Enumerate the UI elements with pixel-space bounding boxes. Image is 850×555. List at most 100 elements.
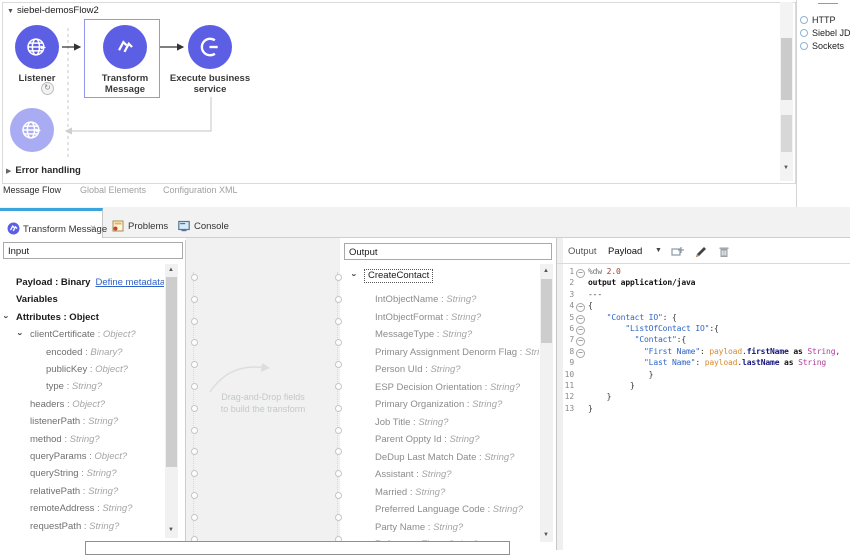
scroll-up-icon[interactable]: ▲ <box>168 267 174 273</box>
node-execute-business-service[interactable]: Execute business service <box>188 25 232 69</box>
fold-minus-icon[interactable]: − <box>576 349 585 358</box>
input-row-clientCertificate[interactable]: ›clientCertificate : Object? <box>30 329 136 342</box>
output-row-married[interactable]: Married : String? <box>375 487 445 500</box>
input-row-type[interactable]: type : String? <box>46 381 102 394</box>
new-tab-icon[interactable] <box>671 245 685 259</box>
anchor-dot[interactable] <box>335 514 342 521</box>
input-row-Payload[interactable]: Payload : BinaryDefine metadata <box>16 277 164 290</box>
output-row-primary-organization[interactable]: Primary Organization : String? <box>375 399 502 412</box>
code-token <box>588 335 635 344</box>
fold-minus-icon[interactable]: − <box>576 269 585 278</box>
anchor-dot[interactable] <box>335 318 342 325</box>
output-row-parent-oppty-id[interactable]: Parent Oppty Id : String? <box>375 434 480 447</box>
code-token: "ListOfContact IO" <box>625 324 709 333</box>
input-scrollbar[interactable]: ▲ ▼ <box>165 264 178 538</box>
node-transform-message[interactable]: Transform Message <box>103 25 147 69</box>
edit-icon[interactable] <box>694 245 708 259</box>
scrollbar-thumb[interactable] <box>166 277 177 467</box>
anchor-dot[interactable] <box>335 427 342 434</box>
scroll-down-icon[interactable]: ▼ <box>543 532 549 538</box>
script-tab-payload[interactable]: Payload <box>608 246 642 257</box>
scrollbar-thumb[interactable] <box>541 279 552 343</box>
close-icon[interactable]: × <box>90 223 96 234</box>
fold-minus-icon[interactable]: − <box>576 303 585 312</box>
output-row-assistant[interactable]: Assistant : String? <box>375 469 452 482</box>
palette-item-sockets[interactable]: Sockets <box>800 36 844 48</box>
tab-configuration-xml[interactable]: Configuration XML <box>163 185 238 195</box>
node-error-globe[interactable] <box>10 108 54 152</box>
code-token: } <box>588 381 635 390</box>
node-listener[interactable]: ↻ Listener <box>15 25 59 69</box>
delete-icon[interactable] <box>717 245 731 259</box>
input-row-requestPath[interactable]: requestPath : String? <box>30 521 119 534</box>
fold-minus-icon[interactable]: − <box>576 326 585 335</box>
input-row-encoded[interactable]: encoded : Binary? <box>46 347 123 360</box>
chevron-down-icon[interactable]: › <box>16 333 26 336</box>
anchor-dot[interactable] <box>335 296 342 303</box>
output-root-createcontact[interactable]: ›CreateContact <box>364 270 433 283</box>
input-row-queryParams[interactable]: queryParams : Object? <box>30 451 127 464</box>
define-metadata-link[interactable]: Define metadata <box>95 277 164 288</box>
input-row-method[interactable]: method : String? <box>30 434 100 447</box>
console-icon <box>178 219 191 232</box>
output-row-preferred-language-code[interactable]: Preferred Language Code : String? <box>375 504 523 517</box>
output-row-primary-assignment-denorm-flag[interactable]: Primary Assignment Denorm Flag : String? <box>375 347 539 360</box>
input-row-listenerPath[interactable]: listenerPath : String? <box>30 416 118 429</box>
input-row-remoteAddress[interactable]: remoteAddress : String? <box>30 503 132 516</box>
tab-global-elements[interactable]: Global Elements <box>80 185 146 195</box>
output-row-esp-decision-orientation[interactable]: ESP Decision Orientation : String? <box>375 382 520 395</box>
input-row-publicKey[interactable]: publicKey : Object? <box>46 364 128 377</box>
field-name: IntObjectName <box>375 294 438 305</box>
output-row-messagetype[interactable]: MessageType : String? <box>375 329 472 342</box>
globe-icon <box>10 108 54 152</box>
anchor-dot[interactable] <box>335 274 342 281</box>
output-row-job-title[interactable]: Job Title : String? <box>375 417 448 430</box>
field-type: String? <box>451 312 481 323</box>
fold-minus-icon[interactable]: − <box>576 337 585 346</box>
scroll-down-icon[interactable]: ▼ <box>783 165 789 171</box>
dataweave-icon <box>7 222 20 235</box>
input-row-queryString[interactable]: queryString : String? <box>30 468 117 481</box>
error-handling-section[interactable]: ▶Error handling <box>6 165 81 176</box>
chevron-down-icon[interactable]: › <box>350 274 360 277</box>
anchor-dot[interactable] <box>335 492 342 499</box>
input-row-relativePath[interactable]: relativePath : String? <box>30 486 118 499</box>
anchor-dot[interactable] <box>191 318 198 325</box>
output-scrollbar[interactable]: ▲ ▼ <box>540 264 553 542</box>
scroll-up-icon[interactable]: ▲ <box>543 268 549 274</box>
anchor-dot[interactable] <box>191 492 198 499</box>
fold-minus-icon[interactable]: − <box>576 315 585 324</box>
tab-problems[interactable]: Problems <box>104 208 168 237</box>
chevron-down-icon[interactable]: › <box>2 315 12 318</box>
output-row-intobjectname[interactable]: IntObjectName : String? <box>375 294 476 307</box>
output-filter-field[interactable] <box>344 243 552 260</box>
output-row-party-name[interactable]: Party Name : String? <box>375 522 463 535</box>
output-row-intobjectformat[interactable]: IntObjectFormat : String? <box>375 312 481 325</box>
anchor-dot[interactable] <box>191 514 198 521</box>
field-name: DeDup Last Match Date <box>375 452 476 463</box>
output-row-dedup-last-match-date[interactable]: DeDup Last Match Date : String? <box>375 452 514 465</box>
anchor-dot[interactable] <box>191 274 198 281</box>
output-row-person-uid[interactable]: Person UId : String? <box>375 364 461 377</box>
scroll-down-icon[interactable]: ▼ <box>168 527 174 533</box>
line-number: 5 <box>558 313 574 322</box>
canvas-scrollbar[interactable]: ▼ <box>780 2 793 181</box>
palette-separator <box>796 0 797 207</box>
palette-item-siebel-jdb[interactable]: Siebel JDB <box>800 23 850 35</box>
input-row-Attributes[interactable]: ›Attributes : Object <box>16 312 99 325</box>
anchor-dot[interactable] <box>191 296 198 303</box>
dataweave-editor[interactable]: 1−%dw 2.02output application/java3---4−{… <box>558 265 850 550</box>
input-row-headers[interactable]: headers : Object? <box>30 399 105 412</box>
palette-item-http[interactable]: HTTP <box>800 10 836 22</box>
expand-triangle-icon[interactable]: ▶ <box>6 168 11 175</box>
tab-console[interactable]: Console <box>170 208 232 237</box>
anchor-dot[interactable] <box>191 427 198 434</box>
tab-transform-message[interactable]: Transform Message × <box>0 208 103 238</box>
dropdown-caret-icon[interactable]: ▼ <box>655 247 662 254</box>
input-row-Variables[interactable]: Variables <box>16 294 58 307</box>
scrollbar-thumb[interactable] <box>781 38 792 100</box>
scrollbar-segment[interactable] <box>781 115 792 152</box>
tab-message-flow[interactable]: Message Flow <box>3 185 61 195</box>
input-filter-field[interactable] <box>3 242 183 259</box>
field-name: Attributes : Object <box>16 312 99 323</box>
